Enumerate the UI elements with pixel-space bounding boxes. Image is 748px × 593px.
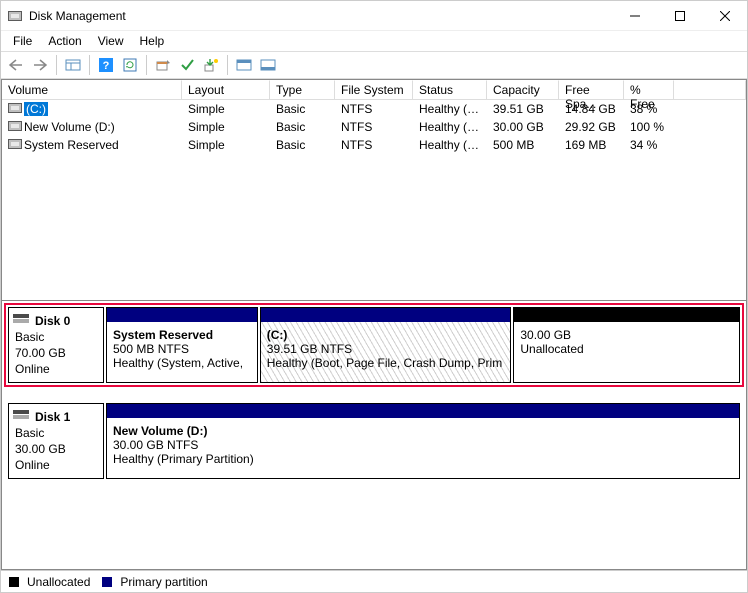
disk-row: Disk 1 Basic 30.00 GB Online New Volume (D:)… [4, 399, 744, 483]
menu-action[interactable]: Action [40, 32, 89, 50]
back-button[interactable] [5, 54, 27, 76]
partition-bar [514, 308, 739, 322]
menu-file[interactable]: File [5, 32, 40, 50]
partition-title: System Reserved [113, 328, 251, 342]
col-layout[interactable]: Layout [182, 80, 270, 100]
menubar: File Action View Help [1, 31, 747, 51]
partition-bar [107, 308, 257, 322]
legend-swatch-unallocated [9, 577, 19, 587]
volume-capacity: 500 MB [487, 138, 559, 152]
disk-size: 30.00 GB [15, 442, 97, 456]
partition-size: 500 MB NTFS [113, 342, 251, 356]
volume-name: System Reserved [24, 138, 119, 152]
menu-view[interactable]: View [90, 32, 132, 50]
partition-size: 39.51 GB NTFS [267, 342, 505, 356]
volume-layout: Simple [182, 102, 270, 116]
disk-info[interactable]: Disk 0 Basic 70.00 GB Online [8, 307, 104, 383]
col-pctfree[interactable]: % Free [624, 80, 674, 100]
partition-unallocated[interactable]: 30.00 GBUnallocated [513, 307, 740, 383]
titlebar: Disk Management [1, 1, 747, 31]
col-freespace[interactable]: Free Spa... [559, 80, 624, 100]
action-button[interactable] [200, 54, 222, 76]
window-title: Disk Management [29, 9, 612, 23]
volume-capacity: 39.51 GB [487, 102, 559, 116]
partition-status: Unallocated [520, 342, 733, 356]
legend-primary: Primary partition [120, 575, 207, 589]
view-top-button[interactable] [233, 54, 255, 76]
refresh-button[interactable] [119, 54, 141, 76]
volume-free: 169 MB [559, 138, 624, 152]
partition-status: Healthy (Primary Partition) [113, 452, 733, 466]
col-volume[interactable]: Volume [2, 80, 182, 100]
apply-button[interactable] [176, 54, 198, 76]
disk-state: Online [15, 362, 97, 376]
disk-name: Disk 1 [35, 410, 97, 424]
col-type[interactable]: Type [270, 80, 335, 100]
legend: Unallocated Primary partition [1, 570, 747, 592]
disk-mgmt-icon [7, 8, 23, 24]
volume-icon [8, 121, 22, 131]
volume-row[interactable]: New Volume (D:) SimpleBasicNTFSHealthy (P… [2, 118, 746, 136]
legend-unallocated: Unallocated [27, 575, 90, 589]
partition-size: 30.00 GB NTFS [113, 438, 733, 452]
volume-fs: NTFS [335, 120, 413, 134]
volume-capacity: 30.00 GB [487, 120, 559, 134]
svg-text:?: ? [103, 60, 110, 72]
partition[interactable]: (C:)39.51 GB NTFSHealthy (Boot, Page Fil… [260, 307, 512, 383]
disk-row: Disk 0 Basic 70.00 GB Online System Reserved… [4, 303, 744, 387]
disk-size: 70.00 GB [15, 346, 97, 360]
view-bottom-button[interactable] [257, 54, 279, 76]
forward-button[interactable] [29, 54, 51, 76]
close-button[interactable] [702, 1, 747, 30]
volume-name: (C:) [24, 102, 48, 116]
volume-type: Basic [270, 102, 335, 116]
col-filesystem[interactable]: File System [335, 80, 413, 100]
volume-list: Volume Layout Type File System Status Ca… [1, 79, 747, 300]
disk-info[interactable]: Disk 1 Basic 30.00 GB Online [8, 403, 104, 479]
disk-diagram-pane: Disk 0 Basic 70.00 GB Online System Reserved… [1, 300, 747, 570]
toolbar: ? [1, 51, 747, 79]
volume-fs: NTFS [335, 138, 413, 152]
volume-row[interactable]: System Reserved SimpleBasicNTFSHealthy (S… [2, 136, 746, 154]
col-spacer [674, 80, 746, 100]
volume-icon [8, 103, 22, 113]
col-capacity[interactable]: Capacity [487, 80, 559, 100]
volume-fs: NTFS [335, 102, 413, 116]
partition-title: (C:) [267, 328, 505, 342]
partition-size: 30.00 GB [520, 328, 733, 342]
disk-type: Basic [15, 330, 97, 344]
disk-name: Disk 0 [35, 314, 97, 328]
volume-status: Healthy (B... [413, 102, 487, 116]
minimize-button[interactable] [612, 1, 657, 30]
settings-button[interactable] [152, 54, 174, 76]
volume-icon [8, 139, 22, 149]
col-status[interactable]: Status [413, 80, 487, 100]
volume-list-header: Volume Layout Type File System Status Ca… [2, 80, 746, 100]
volume-type: Basic [270, 138, 335, 152]
volume-name: New Volume (D:) [24, 120, 115, 134]
menu-help[interactable]: Help [132, 32, 173, 50]
legend-swatch-primary [102, 577, 112, 587]
partition-status: Healthy (System, Active, [113, 356, 251, 370]
show-hide-tree-button[interactable] [62, 54, 84, 76]
partition-bar [107, 404, 739, 418]
volume-status: Healthy (P... [413, 120, 487, 134]
partition-status: Healthy (Boot, Page File, Crash Dump, Pr… [267, 356, 505, 370]
partition-title: New Volume (D:) [113, 424, 733, 438]
help-button[interactable]: ? [95, 54, 117, 76]
volume-type: Basic [270, 120, 335, 134]
partition-bar [261, 308, 511, 322]
volume-layout: Simple [182, 120, 270, 134]
volume-status: Healthy (S... [413, 138, 487, 152]
volume-layout: Simple [182, 138, 270, 152]
volume-pct: 100 % [624, 120, 674, 134]
maximize-button[interactable] [657, 1, 702, 30]
disk-state: Online [15, 458, 97, 472]
disk-type: Basic [15, 426, 97, 440]
volume-free: 29.92 GB [559, 120, 624, 134]
volume-pct: 34 % [624, 138, 674, 152]
partition[interactable]: New Volume (D:)30.00 GB NTFSHealthy (Pri… [106, 403, 740, 479]
partition[interactable]: System Reserved500 MB NTFSHealthy (Syste… [106, 307, 258, 383]
